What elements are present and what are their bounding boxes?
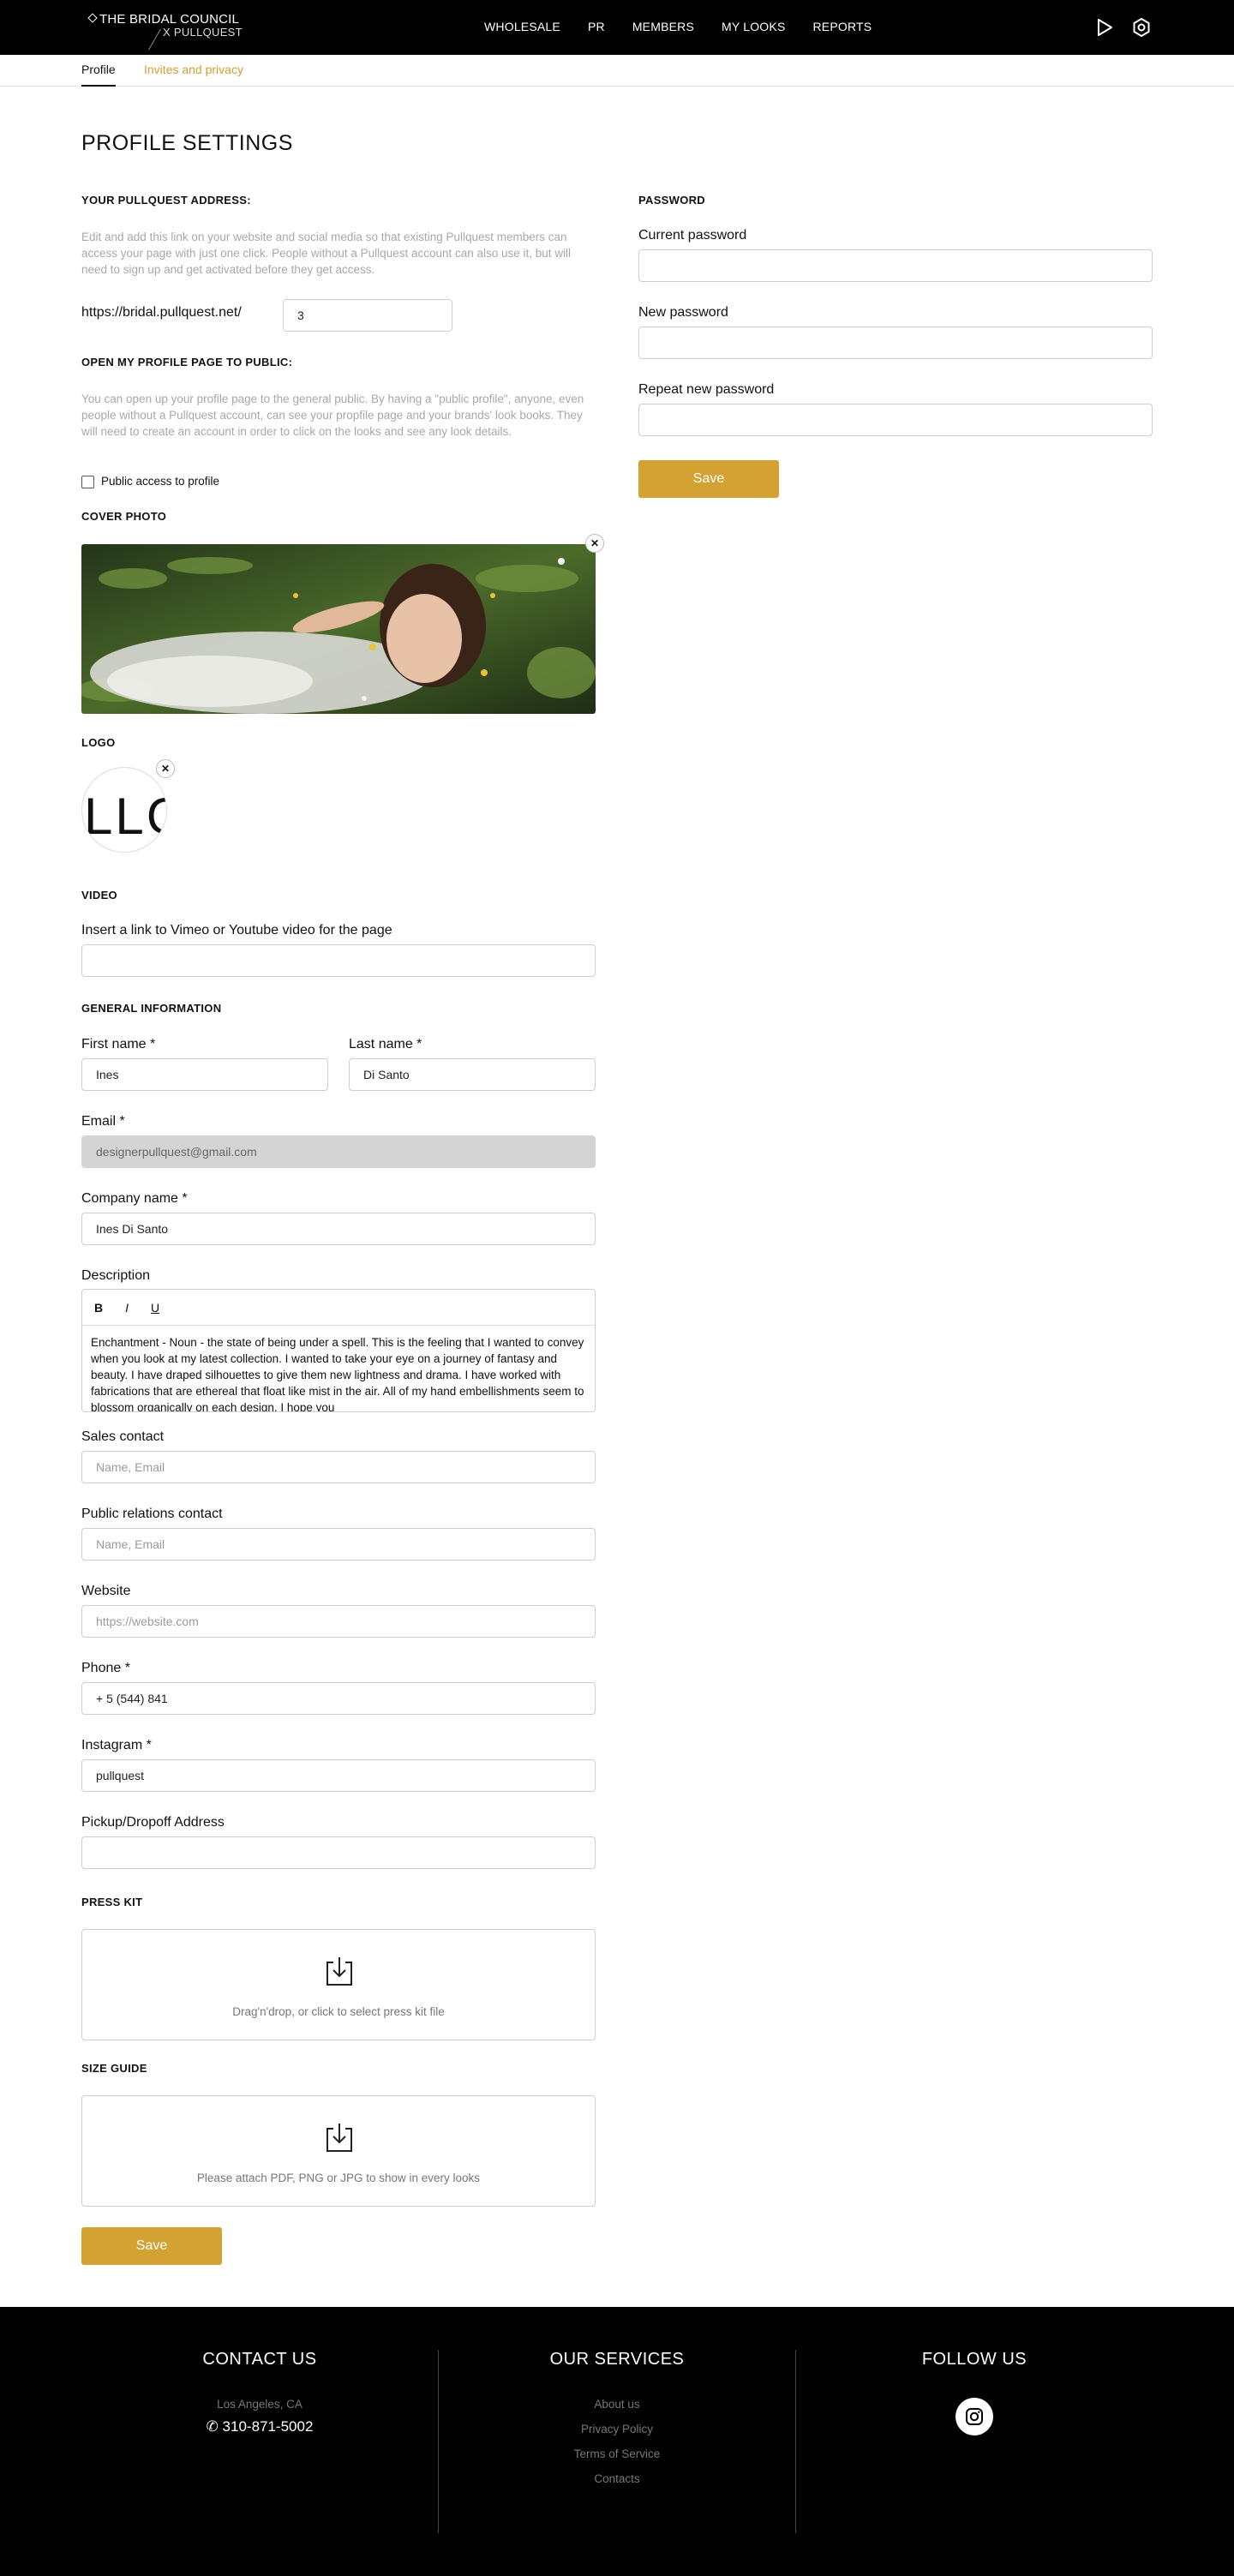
cover-heading: COVER PHOTO [81,510,167,523]
footer-location: Los Angeles, CA [217,2398,303,2411]
logo-slash [148,28,161,51]
press-kit-heading: PRESS KIT [81,1896,143,1908]
logo-image-text: LLG [84,788,166,845]
tab-profile[interactable]: Profile [81,63,116,87]
instagram-icon[interactable] [955,2398,993,2435]
sales-contact-input[interactable]: Name, Email [81,1451,596,1483]
phone-input[interactable]: + 5 (544) 841 [81,1682,596,1715]
address-prefix: https://bridal.pullquest.net/ [81,305,242,320]
last-name-input[interactable]: Di Santo [349,1058,596,1091]
bold-button[interactable]: B [94,1301,103,1315]
underline-button[interactable]: U [151,1301,159,1315]
phone-icon: ✆ [206,2418,219,2435]
video-label: Insert a link to Vimeo or Youtube video … [81,923,392,938]
current-password-input[interactable] [638,249,1153,282]
instagram-input[interactable]: pullquest [81,1759,596,1792]
brand-logo[interactable]: THE BRIDAL COUNCIL X PULLQUEST [87,12,243,51]
cover-photo[interactable] [81,544,596,714]
press-kit-dropzone[interactable]: Drag'n'drop, or click to select press ki… [81,1929,596,2040]
nav-wholesale[interactable]: WHOLESALE [484,20,560,33]
top-navbar: THE BRIDAL COUNCIL X PULLQUEST WHOLESALE… [0,0,1234,55]
remove-cover-button[interactable]: ✕ [585,534,604,553]
footer-divider [795,2350,796,2533]
repeat-password-input[interactable] [638,404,1153,436]
italic-button[interactable]: I [125,1301,129,1315]
logo-line1: THE BRIDAL COUNCIL [99,12,240,27]
email-label: Email * [81,1114,125,1129]
press-kit-text: Drag'n'drop, or click to select press ki… [232,2005,445,2018]
brand-logo-image[interactable]: LLG [81,767,167,853]
current-password-label: Current password [638,228,747,243]
settings-tabs: Profile Invites and privacy [0,55,1234,87]
description-editor[interactable]: B I U Enchantment - Noun - the state of … [81,1289,596,1412]
last-name-label: Last name * [349,1037,422,1051]
pickup-label: Pickup/Dropoff Address [81,1815,225,1830]
phone-label: Phone * [81,1661,130,1675]
save-password-button[interactable]: Save [638,460,779,498]
pr-contact-label: Public relations contact [81,1507,223,1521]
description-label: Description [81,1268,151,1283]
contact-heading: CONTACT US [202,2350,317,2369]
nav-pr[interactable]: PR [588,20,605,33]
footer-link-about[interactable]: About us [439,2398,795,2411]
pickup-input[interactable] [81,1836,596,1869]
repeat-password-label: Repeat new password [638,382,775,397]
footer-follow: FOLLOW US [796,2350,1153,2435]
password-heading: PASSWORD [638,194,705,207]
video-link-input[interactable] [81,944,596,977]
size-guide-heading: SIZE GUIDE [81,2062,147,2075]
address-heading: YOUR PULLQUEST ADDRESS: [81,194,251,207]
remove-logo-button[interactable]: ✕ [156,759,175,778]
address-slug-input[interactable]: 3 [283,299,452,332]
footer-contact: CONTACT US Los Angeles, CA ✆ 310-871-500… [81,2350,438,2435]
footer-link-contacts[interactable]: Contacts [439,2472,795,2485]
logo-heading: LOGO [81,736,116,749]
public-access-checkbox[interactable] [81,476,94,488]
footer-link-terms[interactable]: Terms of Service [439,2447,795,2460]
description-text[interactable]: Enchantment - Noun - the state of being … [82,1326,595,1411]
save-profile-button[interactable]: Save [81,2227,222,2265]
public-heading: OPEN MY PROFILE PAGE TO PUBLIC: [81,356,293,368]
nav-members[interactable]: MEMBERS [632,20,694,33]
size-guide-text: Please attach PDF, PNG or JPG to show in… [196,2172,481,2184]
settings-icon[interactable] [1131,17,1152,38]
pr-contact-input[interactable]: Name, Email [81,1528,596,1561]
website-label: Website [81,1584,131,1598]
play-icon[interactable] [1094,17,1115,38]
public-access-label: Public access to profile [101,475,220,488]
public-help: You can open up your profile page to the… [81,392,584,438]
footer-services: OUR SERVICES About us Privacy Policy Ter… [439,2350,795,2485]
footer-divider [438,2350,439,2533]
nav-reports[interactable]: REPORTS [812,20,872,33]
video-heading: VIDEO [81,889,117,902]
size-guide-dropzone[interactable]: Please attach PDF, PNG or JPG to show in… [81,2095,596,2207]
footer-link-privacy[interactable]: Privacy Policy [439,2423,795,2435]
first-name-label: First name * [81,1037,156,1051]
editor-toolbar: B I U [82,1290,595,1326]
follow-heading: FOLLOW US [921,2350,1027,2369]
new-password-input[interactable] [638,326,1153,359]
upload-icon [326,1957,352,1986]
new-password-label: New password [638,305,728,320]
nav-my-looks[interactable]: MY LOOKS [722,20,785,33]
diamond-icon [87,13,98,23]
company-label: Company name * [81,1191,188,1206]
services-heading: OUR SERVICES [549,2350,685,2369]
page-title: PROFILE SETTINGS [81,131,293,155]
instagram-label: Instagram * [81,1738,152,1752]
footer-phone[interactable]: 310-871-5002 [223,2418,314,2435]
main-nav: WHOLESALE PR MEMBERS MY LOOKS REPORTS [484,20,899,33]
footer: CONTACT US Los Angeles, CA ✆ 310-871-500… [0,2307,1234,2576]
tab-invites-privacy[interactable]: Invites and privacy [144,63,243,87]
general-heading: GENERAL INFORMATION [81,1002,222,1015]
logo-line2: X PULLQUEST [163,26,243,39]
company-input[interactable]: Ines Di Santo [81,1213,596,1245]
sales-contact-label: Sales contact [81,1429,165,1444]
email-input: designerpullquest@gmail.com [81,1135,596,1168]
upload-icon [326,2124,352,2152]
first-name-input[interactable]: Ines [81,1058,328,1091]
website-input[interactable]: https://website.com [81,1605,596,1638]
address-help: Edit and add this link on your website a… [81,231,572,276]
